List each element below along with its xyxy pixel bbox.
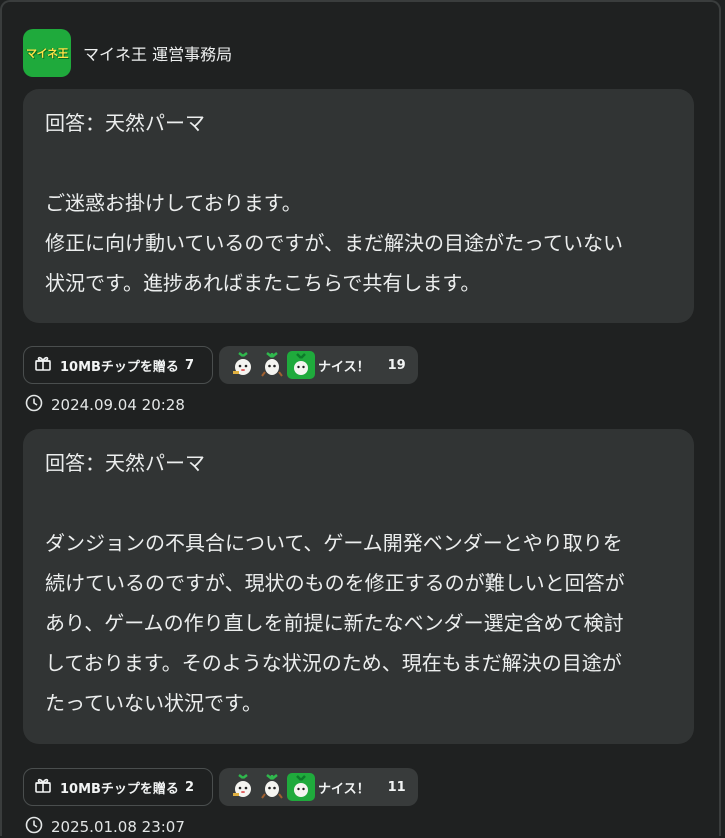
nice-label: ナイス！: [318, 359, 370, 375]
tip-count: 7: [184, 357, 194, 373]
reactor-avatars: [229, 351, 316, 379]
radish-mascot-icon: [287, 773, 315, 801]
send-tip-button[interactable]: 10MBチップを贈る 7: [23, 346, 213, 384]
post-timestamp: 2025.01.08 23:07: [25, 816, 185, 838]
tip-count: 2: [184, 779, 194, 795]
radish-mascot-icon: [258, 773, 286, 801]
nice-count: 11: [387, 779, 406, 795]
message-body: 回答：天然パーマ ダンジョンの不具合について、ゲーム開発ベンダーとやり取りを 続…: [45, 451, 625, 715]
tip-label: 10MBチップを贈る: [60, 781, 179, 797]
nice-button[interactable]: ナイス！ 11: [219, 768, 418, 806]
send-tip-button[interactable]: 10MBチップを贈る 2: [23, 768, 213, 806]
radish-mascot-icon: [229, 351, 257, 379]
message-bubble: 回答：天然パーマ ご迷惑お掛けしております。 修正に向け動いているのですが、まだ…: [23, 89, 694, 323]
nice-button[interactable]: ナイス！ 19: [219, 346, 418, 384]
post-timestamp: 2024.09.04 20:28: [25, 394, 185, 416]
reactor-avatars: [229, 773, 316, 801]
nice-label: ナイス！: [318, 781, 370, 797]
clock-icon: [25, 394, 43, 416]
tip-label: 10MBチップを贈る: [60, 359, 179, 375]
post-actions: 10MBチップを贈る 2 ナイス！ 11: [23, 767, 418, 807]
radish-mascot-icon: [229, 773, 257, 801]
mineo-logo[interactable]: マイネ王: [23, 29, 71, 77]
timestamp-text: 2024.09.04 20:28: [51, 396, 185, 414]
message-body: 回答：天然パーマ ご迷惑お掛けしております。 修正に向け動いているのですが、まだ…: [45, 111, 623, 295]
sender-name[interactable]: マイネ王 運営事務局: [83, 41, 232, 65]
clock-icon: [25, 816, 43, 838]
message-bubble: 回答：天然パーマ ダンジョンの不具合について、ゲーム開発ベンダーとやり取りを 続…: [23, 429, 694, 744]
radish-mascot-icon: [287, 351, 315, 379]
nice-count: 19: [387, 357, 406, 373]
post-actions: 10MBチップを贈る 7 ナイス！ 19: [23, 345, 418, 385]
sender-header: マイネ王 マイネ王 運営事務局: [23, 29, 232, 77]
gift-icon: [34, 776, 52, 798]
gift-icon: [34, 354, 52, 376]
radish-mascot-icon: [258, 351, 286, 379]
timestamp-text: 2025.01.08 23:07: [51, 818, 185, 836]
logo-text: マイネ王: [26, 47, 69, 60]
